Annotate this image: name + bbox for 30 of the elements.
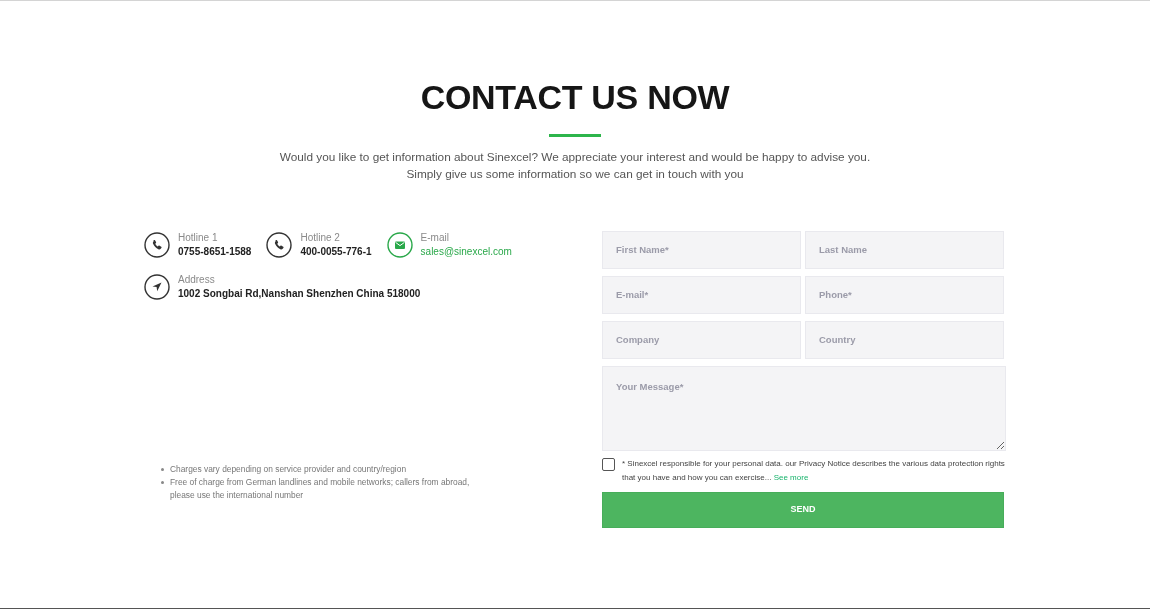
phone-number: 400-0055-776-1 — [300, 244, 372, 259]
send-button[interactable]: SEND — [602, 491, 1004, 528]
title-underline — [549, 133, 601, 137]
page-title: CONTACT US NOW — [420, 77, 730, 118]
input-field[interactable]: Phone* — [805, 275, 1004, 314]
contact-label: Address — [178, 272, 216, 287]
input-field[interactable]: Country — [805, 320, 1004, 359]
consent-checkbox[interactable] — [602, 457, 615, 471]
contact-label: Hotline 2 — [300, 230, 341, 245]
message-field[interactable]: Your Message* — [602, 365, 1006, 451]
input-field[interactable]: First Name* — [602, 230, 801, 269]
subtitle-line: Would you like to get information about Sinexcel? We appreciate your interest and would be happy to advise you. — [279, 148, 871, 166]
subtitle-line: Simply give us some information so we can get in touch with you — [406, 165, 744, 183]
phone-icon — [144, 231, 170, 258]
note-text: Charges vary depending on service provider and country/region — [170, 462, 408, 476]
input-field[interactable]: Last Name — [805, 230, 1004, 269]
consent-text: * Sinexcel responsible for your personal data. our Privacy Notice describes the various data protection rights that you have and how you can exercise... See more — [622, 457, 1006, 484]
input-field[interactable]: E-mail* — [602, 275, 801, 314]
see-more-link[interactable]: See more — [773, 472, 809, 482]
phone-icon — [266, 231, 293, 258]
bullet-icon — [161, 480, 164, 484]
address-text: 1002 Songbai Rd,Nanshan Shenzhen China 518000 — [178, 286, 421, 301]
envelope-icon — [386, 231, 413, 258]
contact-label: Hotline 1 — [178, 230, 219, 245]
email-link[interactable]: sales@sinexcel.com — [420, 244, 512, 259]
contact-label: E-mail — [420, 230, 450, 245]
phone-number: 0755-8651-1588 — [178, 244, 252, 259]
note-text: Free of charge from German landlines and mobile networks; callers from abroad, please use the international number — [170, 475, 470, 502]
input-field[interactable]: Company — [602, 320, 801, 359]
bullet-icon — [161, 467, 164, 471]
